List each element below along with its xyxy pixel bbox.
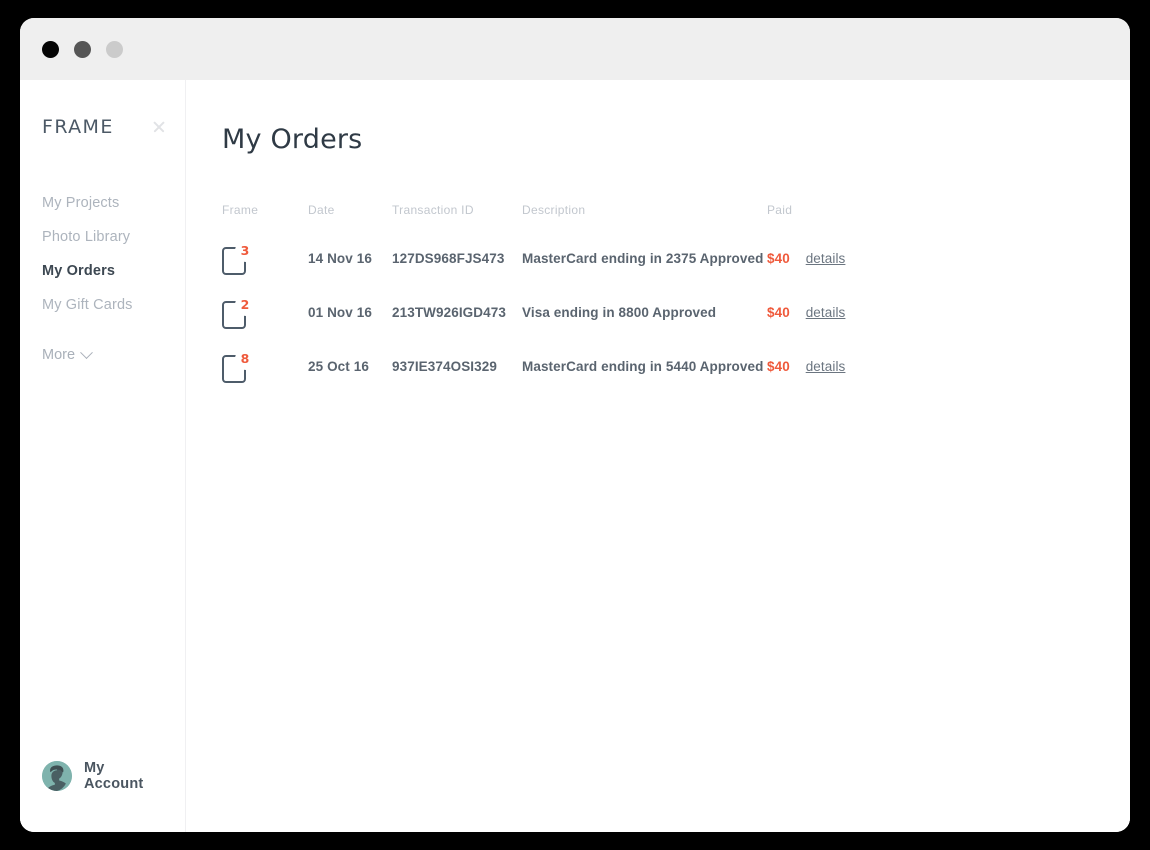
paid-amount: $40 bbox=[767, 358, 790, 374]
column-header-transaction-id: Transaction ID bbox=[392, 203, 474, 217]
main-content: My Orders Frame Date Transaction ID Desc… bbox=[186, 80, 1130, 832]
frame-cell: 8 bbox=[222, 339, 308, 393]
paid-amount: $40 bbox=[767, 250, 790, 266]
frame-cell: 2 bbox=[222, 285, 308, 339]
sidebar-more-button[interactable]: More bbox=[20, 341, 185, 369]
description-cell: MasterCard ending in 2375 Approved bbox=[522, 250, 764, 266]
description-cell: MasterCard ending in 5440 Approved bbox=[522, 358, 764, 374]
window-body: FRAME My Projects Photo Library My Order… bbox=[20, 80, 1130, 832]
frame-count-badge: 3 bbox=[240, 243, 250, 258]
orders-table-body: 3 14 Nov 16 127DS968FJS473 MasterCard en… bbox=[222, 231, 862, 393]
frame-count-badge: 8 bbox=[240, 351, 250, 366]
sidebar-item-label: My Gift Cards bbox=[42, 297, 133, 313]
column-header-frame: Frame bbox=[222, 203, 259, 217]
window-zoom-button[interactable] bbox=[106, 40, 123, 58]
close-icon[interactable] bbox=[151, 119, 167, 135]
window-close-button[interactable] bbox=[42, 40, 59, 58]
table-row: 2 01 Nov 16 213TW926IGD473 Visa ending i… bbox=[222, 285, 862, 339]
sidebar-item-my-orders[interactable]: My Orders bbox=[20, 254, 185, 288]
avatar bbox=[42, 761, 72, 791]
column-header-description: Description bbox=[522, 203, 586, 217]
table-row: 3 14 Nov 16 127DS968FJS473 MasterCard en… bbox=[222, 231, 862, 285]
chevron-down-icon bbox=[80, 345, 93, 359]
date-cell: 01 Nov 16 bbox=[308, 304, 372, 320]
account-label: My Account bbox=[84, 760, 144, 792]
frame-icon[interactable]: 2 bbox=[222, 294, 257, 329]
sidebar-item-label: My Orders bbox=[42, 263, 116, 279]
transaction-id-cell: 937IE374OSI329 bbox=[392, 358, 497, 374]
description-cell: Visa ending in 8800 Approved bbox=[522, 304, 717, 320]
sidebar-item-my-gift-cards[interactable]: My Gift Cards bbox=[20, 288, 185, 322]
brand-title: FRAME bbox=[42, 116, 114, 138]
paid-cell: $40 details bbox=[767, 339, 862, 393]
sidebar-item-label: Photo Library bbox=[42, 229, 131, 245]
orders-table: Frame Date Transaction ID Description Pa… bbox=[222, 203, 862, 393]
sidebar-item-label: My Projects bbox=[42, 195, 120, 211]
window-titlebar bbox=[20, 18, 1130, 80]
transaction-id-cell: 127DS968FJS473 bbox=[392, 250, 505, 266]
transaction-id-cell: 213TW926IGD473 bbox=[392, 304, 506, 320]
orders-table-header: Frame Date Transaction ID Description Pa… bbox=[222, 203, 862, 231]
column-header-date: Date bbox=[308, 203, 335, 217]
paid-amount: $40 bbox=[767, 304, 790, 320]
date-cell: 25 Oct 16 bbox=[308, 358, 369, 374]
sidebar-nav: My Projects Photo Library My Orders My G… bbox=[20, 186, 185, 322]
column-header-paid: Paid bbox=[767, 203, 793, 217]
frame-count-badge: 2 bbox=[240, 297, 250, 312]
details-link[interactable]: details bbox=[806, 251, 846, 266]
sidebar-brand-row: FRAME bbox=[20, 80, 185, 138]
sidebar-item-my-projects[interactable]: My Projects bbox=[20, 186, 185, 220]
paid-cell: $40 details bbox=[767, 285, 862, 339]
frame-cell: 3 bbox=[222, 231, 308, 285]
sidebar-more-label: More bbox=[42, 347, 76, 363]
details-link[interactable]: details bbox=[806, 359, 846, 374]
page-title: My Orders bbox=[222, 124, 363, 155]
table-row: 8 25 Oct 16 937IE374OSI329 MasterCard en… bbox=[222, 339, 862, 393]
sidebar-item-photo-library[interactable]: Photo Library bbox=[20, 220, 185, 254]
paid-cell: $40 details bbox=[767, 231, 862, 285]
table-header-row: Frame Date Transaction ID Description Pa… bbox=[222, 203, 862, 231]
date-cell: 14 Nov 16 bbox=[308, 250, 372, 266]
frame-icon[interactable]: 3 bbox=[222, 240, 257, 275]
frame-icon[interactable]: 8 bbox=[222, 348, 257, 383]
window-minimize-button[interactable] bbox=[74, 40, 91, 58]
details-link[interactable]: details bbox=[806, 305, 846, 320]
app-window: FRAME My Projects Photo Library My Order… bbox=[20, 18, 1130, 832]
sidebar: FRAME My Projects Photo Library My Order… bbox=[20, 80, 186, 832]
account-row[interactable]: My Account bbox=[20, 760, 185, 832]
